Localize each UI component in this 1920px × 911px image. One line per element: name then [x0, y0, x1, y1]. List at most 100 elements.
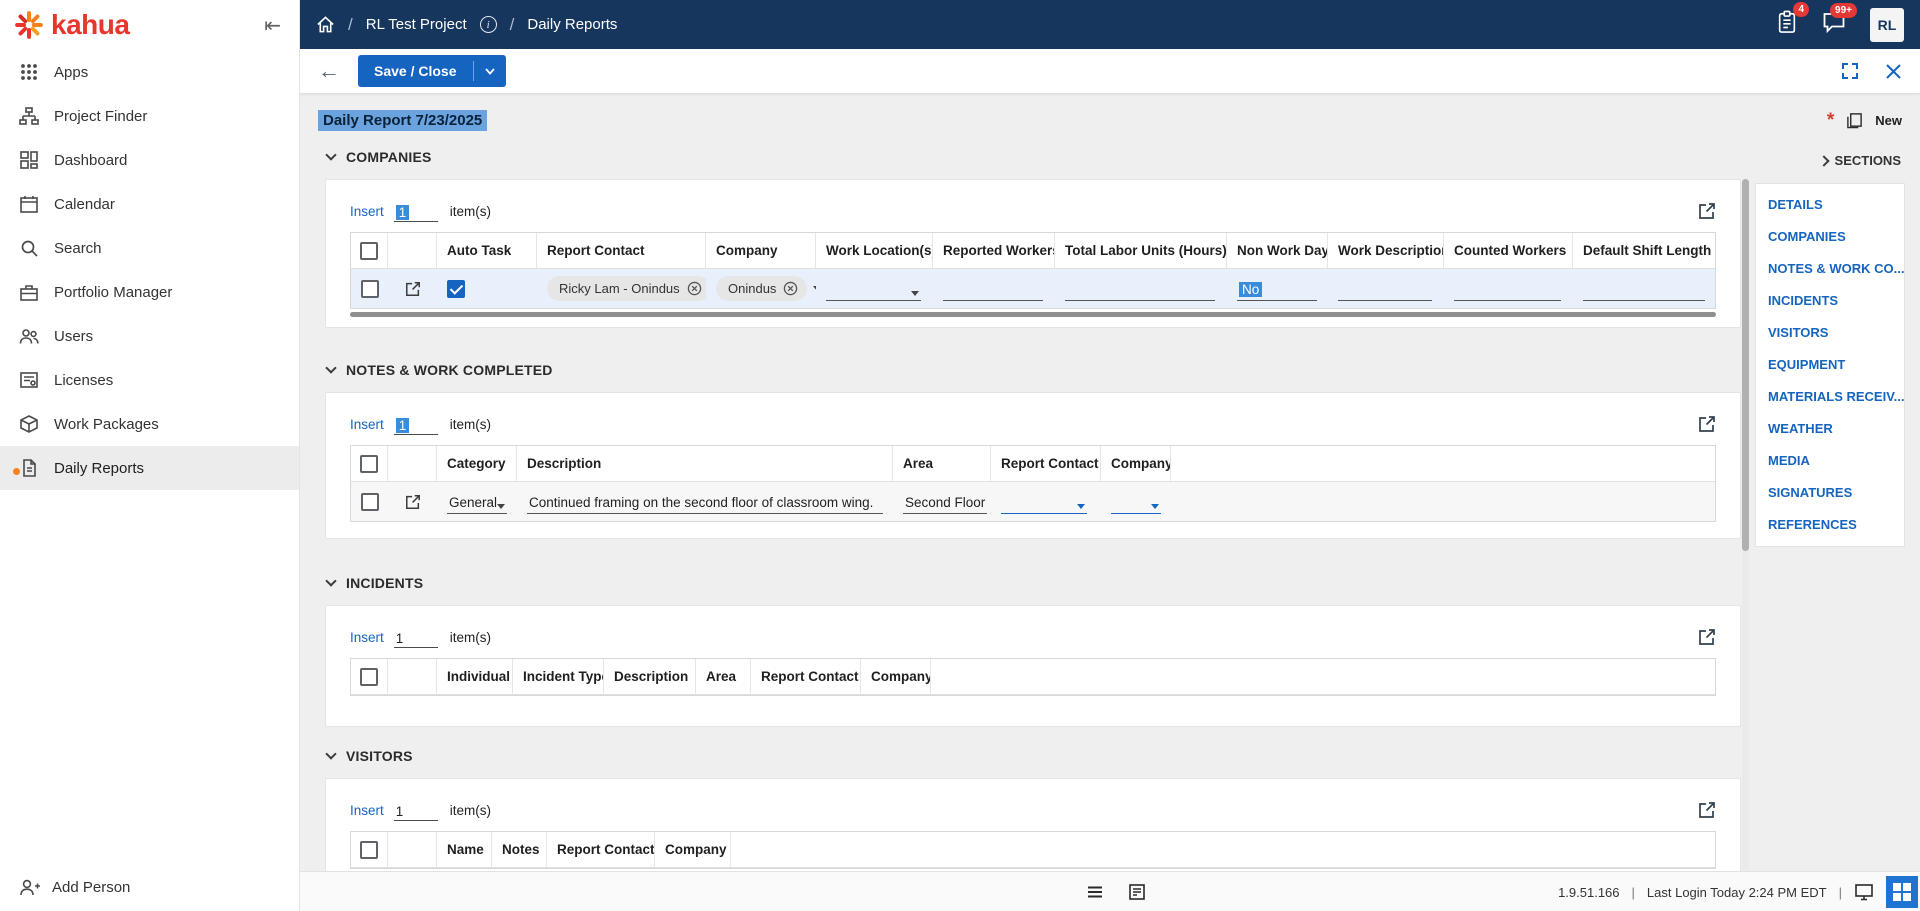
sidebar-item-project-finder[interactable]: Project Finder — [0, 94, 299, 138]
auto-task-checkbox[interactable] — [447, 279, 465, 298]
tasks-button[interactable]: 4 — [1776, 2, 1809, 39]
sidebar-item-search[interactable]: Search — [0, 226, 299, 270]
sidebar-item-portfolio-manager[interactable]: Portfolio Manager — [0, 270, 299, 314]
home-icon[interactable] — [316, 15, 335, 34]
sections-nav-details[interactable]: DETAILS — [1756, 189, 1904, 221]
info-icon[interactable]: i — [479, 16, 497, 33]
active-indicator-dot — [13, 468, 20, 475]
sidebar-item-users[interactable]: Users — [0, 314, 299, 358]
area-field[interactable]: Second Floor — [903, 490, 987, 514]
sections-nav-references[interactable]: REFERENCES — [1756, 509, 1904, 541]
sections-nav-incidents[interactable]: INCIDENTS — [1756, 285, 1904, 317]
sections-nav-signatures[interactable]: SIGNATURES — [1756, 477, 1904, 509]
incidents-insert-bar: Insert 1 item(s) — [350, 622, 1716, 652]
fullscreen-icon[interactable] — [1841, 62, 1859, 80]
incidents-header-row: Individual Incident Type Description Are… — [351, 659, 1715, 695]
sidebar-item-licenses[interactable]: Licenses — [0, 358, 299, 402]
save-close-button[interactable]: Save / Close — [358, 55, 506, 87]
notes-table-row[interactable]: General Continued framing on the second … — [351, 482, 1715, 521]
sidebar-item-calendar[interactable]: Calendar — [0, 182, 299, 226]
counted-workers-field[interactable] — [1454, 277, 1561, 301]
open-in-new-icon[interactable] — [1698, 801, 1716, 819]
select-all-checkbox[interactable] — [360, 454, 378, 473]
total-labor-units-field[interactable] — [1065, 277, 1215, 301]
insert-link[interactable]: Insert — [350, 630, 384, 645]
description-field[interactable]: Continued framing on the second floor of… — [527, 490, 883, 514]
unsaved-changes-marker: * — [1826, 109, 1835, 131]
insert-link[interactable]: Insert — [350, 204, 384, 219]
scrollbar-thumb[interactable] — [1742, 179, 1749, 551]
open-in-new-icon[interactable] — [1698, 415, 1716, 433]
insert-count-input[interactable]: 1 — [393, 800, 438, 821]
breadcrumb-project[interactable]: RL Test Project — [366, 16, 467, 33]
company-chip[interactable]: Onindus — [716, 276, 808, 301]
section-title: VISITORS — [346, 748, 413, 764]
notes-section-header[interactable]: NOTES & WORK COMPLETED — [325, 362, 553, 378]
insert-count-input[interactable]: 1 — [393, 627, 438, 648]
insert-count-input[interactable]: 1 — [393, 414, 438, 435]
open-in-new-icon[interactable] — [1698, 628, 1716, 646]
collapse-sidebar-icon[interactable]: ⇤ — [264, 13, 281, 38]
open-record-icon[interactable] — [405, 494, 421, 510]
calendar-icon — [19, 194, 39, 214]
brand-name: kahua — [51, 9, 130, 40]
last-login-text: Last Login Today 2:24 PM EDT — [1646, 884, 1827, 900]
companies-section-header[interactable]: COMPANIES — [325, 149, 432, 165]
insert-link[interactable]: Insert — [350, 803, 384, 818]
users-icon — [19, 326, 39, 346]
sections-nav-materials[interactable]: MATERIALS RECEIV... — [1756, 381, 1904, 413]
remove-chip-icon[interactable] — [783, 281, 798, 296]
report-contact-dropdown[interactable] — [1001, 490, 1087, 514]
daily-reports-icon — [13, 458, 39, 478]
display-icon[interactable] — [1854, 883, 1874, 901]
column-header: Company — [716, 243, 778, 258]
select-all-checkbox[interactable] — [360, 667, 378, 686]
category-dropdown[interactable]: General — [447, 490, 508, 514]
open-in-new-icon[interactable] — [1698, 202, 1716, 220]
sections-panel-toggle[interactable]: SECTIONS — [1817, 153, 1901, 168]
sections-nav-equipment[interactable]: EQUIPMENT — [1756, 349, 1904, 381]
non-work-day-field[interactable]: No — [1237, 277, 1317, 301]
sidebar-item-daily-reports[interactable]: Daily Reports — [0, 446, 299, 490]
work-description-field[interactable] — [1338, 277, 1432, 301]
visitors-section-header[interactable]: VISITORS — [325, 748, 413, 764]
sections-nav-notes[interactable]: NOTES & WORK CO... — [1756, 253, 1904, 285]
incidents-section-header[interactable]: INCIDENTS — [325, 575, 423, 591]
record-title-field[interactable]: Daily Report 7/23/2025 — [318, 109, 488, 131]
select-all-checkbox[interactable] — [360, 241, 378, 260]
open-record-icon[interactable] — [405, 281, 421, 297]
sidebar-item-apps[interactable]: Apps — [0, 50, 299, 94]
row-checkbox[interactable] — [360, 279, 379, 298]
add-person-button[interactable]: Add Person — [0, 863, 299, 911]
remove-chip-icon[interactable] — [687, 281, 702, 296]
log-view-icon[interactable] — [1128, 883, 1146, 901]
close-icon[interactable] — [1885, 63, 1902, 80]
save-dropdown-caret[interactable] — [474, 55, 506, 87]
select-all-checkbox[interactable] — [360, 840, 378, 859]
insert-count-input[interactable]: 1 — [393, 201, 438, 222]
insert-link[interactable]: Insert — [350, 417, 384, 432]
report-contact-chip[interactable]: Ricky Lam - Onindus — [547, 276, 706, 301]
work-locations-dropdown[interactable] — [826, 277, 921, 301]
sidebar-item-work-packages[interactable]: Work Packages — [0, 402, 299, 446]
user-avatar[interactable]: RL — [1870, 7, 1904, 42]
windows-logo-button[interactable] — [1886, 876, 1918, 908]
companies-table-row[interactable]: Ricky Lam - Onindus Onindus No — [351, 269, 1715, 308]
company-dropdown[interactable] — [1111, 490, 1161, 514]
sections-nav-media[interactable]: MEDIA — [1756, 445, 1904, 477]
companies-table: Auto Task Report Contact Company Work Lo… — [350, 232, 1716, 309]
sections-nav-companies[interactable]: COMPANIES — [1756, 221, 1904, 253]
row-checkbox[interactable] — [360, 492, 379, 511]
breadcrumb-page[interactable]: Daily Reports — [527, 16, 617, 33]
reported-workers-field[interactable] — [943, 277, 1043, 301]
list-view-icon[interactable] — [1086, 883, 1104, 901]
dashboard-icon — [19, 150, 39, 170]
vertical-scrollbar[interactable] — [1742, 179, 1749, 871]
default-shift-length-field[interactable] — [1583, 277, 1705, 301]
companies-horizontal-scrollbar[interactable] — [350, 312, 1716, 317]
sections-nav-weather[interactable]: WEATHER — [1756, 413, 1904, 445]
back-button[interactable]: ← — [318, 60, 340, 82]
sections-nav-visitors[interactable]: VISITORS — [1756, 317, 1904, 349]
messages-button[interactable]: 99+ — [1822, 3, 1857, 38]
sidebar-item-dashboard[interactable]: Dashboard — [0, 138, 299, 182]
